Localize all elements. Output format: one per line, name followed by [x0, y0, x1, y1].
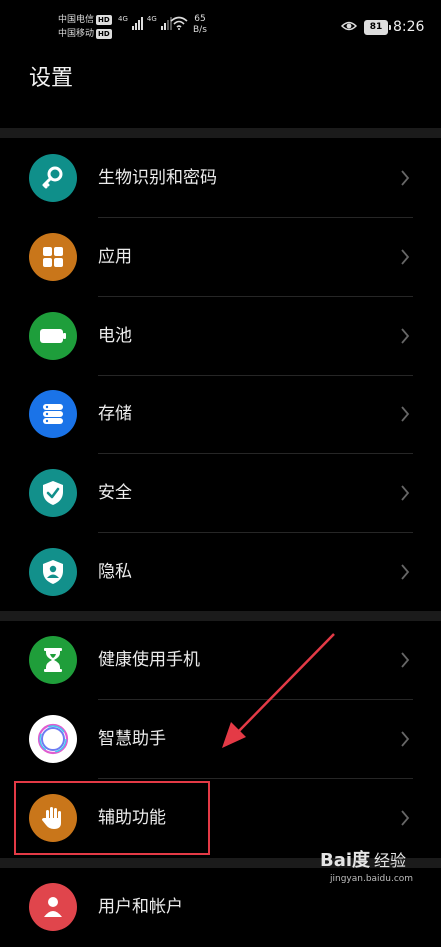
baidu-watermark: Bai度 经验 jingyan.baidu.com	[320, 846, 413, 884]
annotation-arrow	[222, 633, 335, 748]
watermark-url: jingyan.baidu.com	[330, 874, 414, 884]
watermark-label: 经验	[374, 851, 407, 870]
baidu-logo: Bai度	[320, 850, 371, 871]
